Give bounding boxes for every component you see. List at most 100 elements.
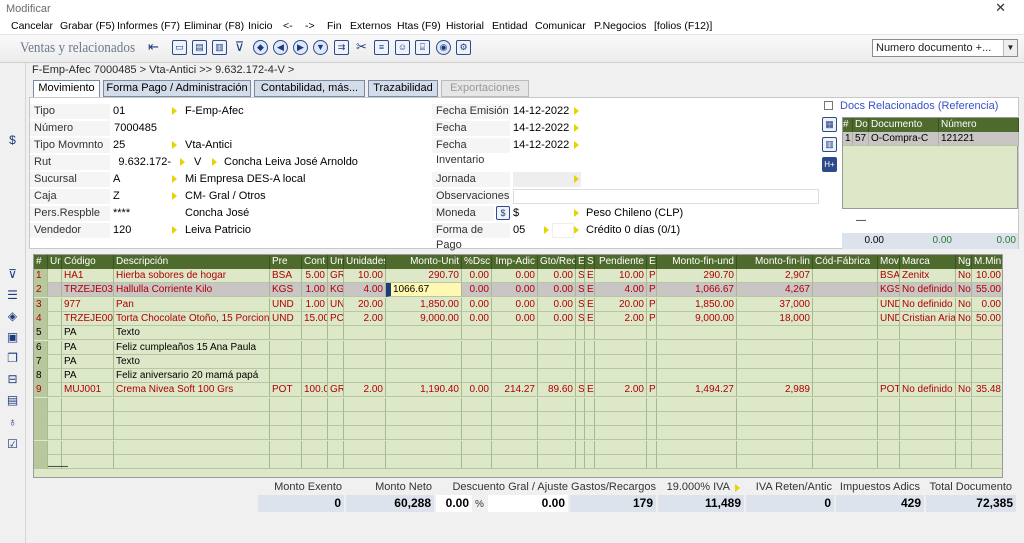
columns-icon[interactable]: ▥ bbox=[822, 137, 837, 152]
grid-cell[interactable] bbox=[657, 340, 737, 355]
grid-cell[interactable]: GR bbox=[328, 383, 344, 398]
chat-icon[interactable]: ◉ bbox=[436, 40, 451, 55]
grid-cell[interactable]: 0.00 bbox=[462, 383, 492, 398]
grid-cell[interactable] bbox=[386, 412, 462, 426]
grid-cell[interactable] bbox=[492, 340, 538, 355]
tipo-documento-field[interactable]: 01 bbox=[113, 104, 179, 119]
next-icon[interactable]: ▶ bbox=[293, 40, 308, 55]
grid-cell[interactable] bbox=[462, 326, 492, 341]
menu-informes[interactable]: Informes (F7) bbox=[117, 20, 180, 32]
grid-cell[interactable] bbox=[576, 326, 585, 341]
grid-header-cell[interactable]: Mov bbox=[878, 255, 900, 269]
grid-cell[interactable]: Hierba sobores de hogar bbox=[114, 269, 270, 283]
lookup-arrow-icon[interactable] bbox=[544, 226, 549, 234]
grid-cell[interactable]: Texto bbox=[114, 326, 270, 341]
grid-cell[interactable] bbox=[657, 440, 737, 455]
lookup-arrow-icon[interactable] bbox=[172, 107, 177, 115]
grid-cell[interactable] bbox=[48, 269, 62, 283]
grid-cell[interactable]: E bbox=[585, 383, 595, 398]
table-row[interactable]: 7 PA Texto bbox=[34, 354, 1002, 369]
grid-cell[interactable]: Cristian Arias bbox=[900, 311, 956, 326]
grid-cell[interactable]: Torta Chocolate Otoño, 15 Porciones bbox=[114, 311, 270, 326]
menu-grabar[interactable]: Grabar (F5) bbox=[60, 20, 115, 32]
grid-cell[interactable] bbox=[386, 397, 462, 412]
menu-comunicar[interactable]: Comunicar bbox=[535, 20, 586, 32]
grid-cell[interactable]: No definido bbox=[900, 383, 956, 398]
grid-cell[interactable]: 10.00 bbox=[972, 269, 1002, 283]
grid-cell[interactable] bbox=[585, 440, 595, 455]
delete-icon[interactable]: ⊽ bbox=[232, 40, 247, 55]
check-icon[interactable]: ☑ bbox=[5, 437, 20, 452]
grid-cell[interactable] bbox=[585, 454, 595, 469]
grid-cell[interactable] bbox=[657, 412, 737, 426]
caja-field[interactable]: Z bbox=[113, 189, 179, 204]
grid-cell[interactable]: P bbox=[647, 297, 657, 312]
grid-cell[interactable] bbox=[737, 454, 813, 469]
grid-cell[interactable] bbox=[328, 426, 344, 441]
grid-cell[interactable] bbox=[302, 397, 328, 412]
grid-cell[interactable] bbox=[114, 397, 270, 412]
grid-cell[interactable] bbox=[900, 454, 956, 469]
grid-cell[interactable]: Texto bbox=[114, 354, 270, 369]
save-icon[interactable]: ▭ bbox=[172, 40, 187, 55]
grid-cell[interactable]: 0.00 bbox=[492, 311, 538, 326]
grid-header-cell[interactable]: Pre bbox=[270, 255, 302, 269]
grid-cell[interactable] bbox=[813, 311, 878, 326]
tab-trazabilidad[interactable]: Trazabilidad bbox=[368, 80, 438, 97]
menu-fin[interactable]: Fin bbox=[327, 20, 342, 32]
grid-cell[interactable] bbox=[344, 369, 386, 384]
grid-cell[interactable]: 35.48 bbox=[972, 383, 1002, 398]
grid-cell[interactable] bbox=[538, 454, 576, 469]
grid-cell[interactable]: 4.00 bbox=[344, 283, 386, 298]
grid-cell[interactable] bbox=[270, 354, 302, 369]
grid-cell[interactable]: P bbox=[647, 383, 657, 398]
grid-cell[interactable] bbox=[576, 412, 585, 426]
numero-field[interactable]: 7000485 bbox=[113, 121, 179, 136]
grid-cell[interactable]: 3 bbox=[34, 297, 48, 312]
grid-cell[interactable] bbox=[462, 354, 492, 369]
grid-cell[interactable]: S bbox=[576, 383, 585, 398]
grid-cell[interactable] bbox=[462, 440, 492, 455]
grid-cell[interactable] bbox=[302, 426, 328, 441]
grid-cell[interactable] bbox=[62, 397, 114, 412]
menu-entidad[interactable]: Entidad bbox=[492, 20, 528, 32]
grid-cell[interactable] bbox=[900, 369, 956, 384]
grid-cell[interactable]: P bbox=[647, 283, 657, 298]
table-row[interactable]: 9MUJ001Crema Nivea Soft 100 GrsPOT100.00… bbox=[34, 383, 1002, 398]
grid-cell[interactable]: 9 bbox=[34, 383, 48, 398]
grid-cell[interactable] bbox=[956, 326, 972, 341]
grid-cell[interactable] bbox=[328, 340, 344, 355]
grid-cell[interactable] bbox=[462, 426, 492, 441]
grid-cell[interactable]: 0.00 bbox=[492, 283, 538, 298]
grid-cell[interactable] bbox=[344, 440, 386, 455]
grid-cell[interactable] bbox=[585, 397, 595, 412]
copy-icon[interactable]: ❐ bbox=[5, 351, 20, 366]
grid-cell[interactable] bbox=[328, 440, 344, 455]
currency-icon[interactable]: $ bbox=[496, 206, 510, 220]
grid-cell[interactable] bbox=[900, 354, 956, 369]
add-reference-icon[interactable]: H+ bbox=[822, 157, 837, 172]
grid-cell[interactable] bbox=[813, 412, 878, 426]
grid-cell[interactable]: No definido bbox=[900, 283, 956, 298]
grid-cell[interactable]: 290.70 bbox=[386, 269, 462, 283]
grid-cell[interactable] bbox=[462, 412, 492, 426]
grid-cell[interactable] bbox=[647, 454, 657, 469]
grid-cell[interactable] bbox=[972, 441, 1002, 455]
moneda-field[interactable]: $ bbox=[513, 206, 581, 221]
grid-cell[interactable] bbox=[302, 412, 328, 426]
grid-cell[interactable] bbox=[492, 454, 538, 469]
grid-cell[interactable] bbox=[538, 397, 576, 412]
grid-cell[interactable]: E bbox=[585, 283, 595, 298]
menu-htas[interactable]: Htas (F9) bbox=[397, 20, 441, 32]
grid-cell[interactable] bbox=[813, 297, 878, 312]
grid-cell[interactable] bbox=[270, 454, 302, 469]
entity-icon[interactable]: ☺ bbox=[395, 40, 410, 55]
grid-cell[interactable] bbox=[576, 440, 585, 455]
grid-header-cell[interactable]: M.Min bbox=[972, 255, 1002, 269]
history-icon[interactable]: ≡ bbox=[374, 40, 389, 55]
grid-cell[interactable]: 1,190.40 bbox=[386, 383, 462, 398]
grid-cell[interactable] bbox=[595, 426, 647, 441]
grid-cell[interactable] bbox=[972, 369, 1002, 384]
grid-cell[interactable] bbox=[328, 326, 344, 341]
grid-cell[interactable]: S bbox=[576, 283, 585, 298]
